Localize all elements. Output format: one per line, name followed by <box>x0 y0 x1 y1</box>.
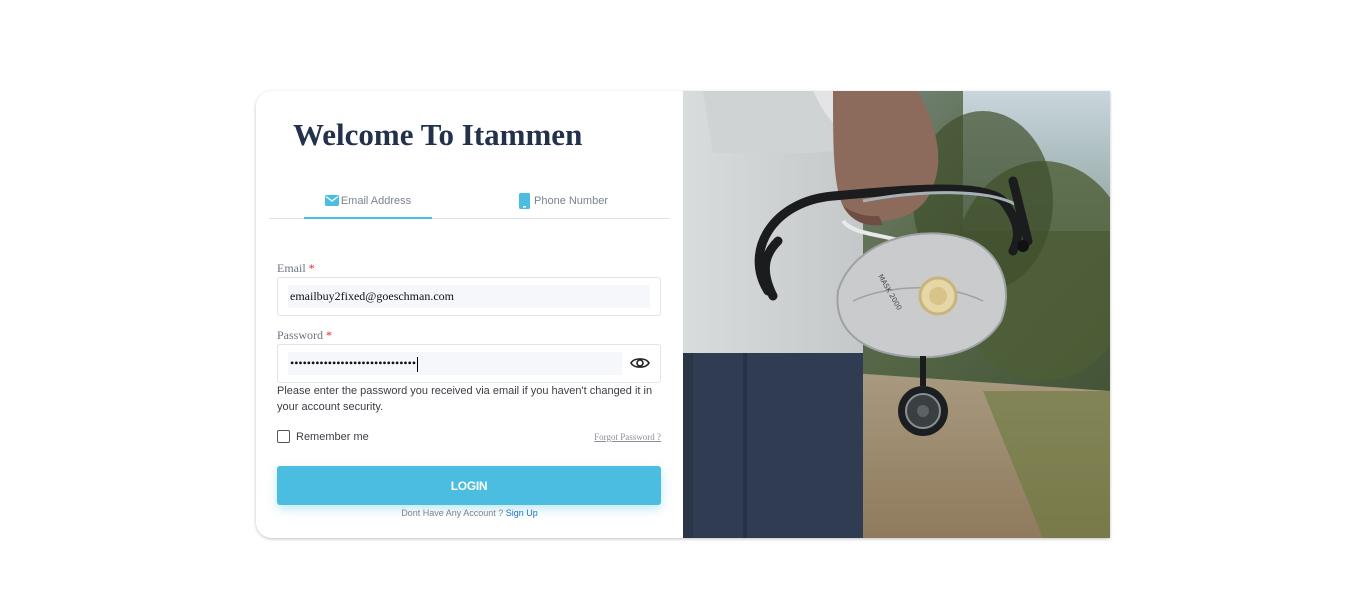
doctor-holding-mask-and-stethoscope-image: MASK 2000 <box>683 91 1110 538</box>
login-method-tabs: Email Address Phone Number <box>269 184 669 219</box>
tab-phone-label: Phone Number <box>534 195 608 207</box>
remember-me[interactable]: Remember me <box>277 430 369 443</box>
password-field[interactable]: •••••••••••••••••••••••••••••• <box>277 344 661 383</box>
text-caret <box>417 356 419 372</box>
password-label: Password * <box>277 328 332 343</box>
email-field[interactable]: emailbuy2fixed@goeschman.com <box>277 277 661 316</box>
forgot-password-link[interactable]: Forgot Password ? <box>594 432 661 442</box>
login-form-pane: Welcome To Itammen Email Address Phone N… <box>256 91 683 538</box>
tab-email-label: Email Address <box>340 194 412 207</box>
password-label-text: Password <box>277 328 324 342</box>
hero-photo: MASK 2000 <box>683 91 1110 538</box>
page-title: Welcome To Itammen <box>293 117 583 152</box>
tab-phone-number[interactable]: Phone Number <box>519 184 619 218</box>
sign-up-link[interactable]: Sign Up <box>506 508 538 518</box>
password-input[interactable]: •••••••••••••••••••••••••••••• <box>288 352 622 375</box>
email-input[interactable]: emailbuy2fixed@goeschman.com <box>288 285 650 308</box>
password-help-text: Please enter the password you received v… <box>277 385 653 413</box>
signup-prompt: Dont Have Any Account ? Sign Up <box>256 508 683 518</box>
phone-icon <box>519 193 530 209</box>
eye-icon[interactable] <box>630 354 650 377</box>
required-mark: * <box>308 261 315 275</box>
login-button[interactable]: LOGIN <box>277 466 661 505</box>
email-label-text: Email <box>277 261 306 275</box>
envelope-icon <box>324 195 339 206</box>
email-label: Email * <box>277 261 315 276</box>
password-value: •••••••••••••••••••••••••••••• <box>290 356 417 370</box>
no-account-text: Dont Have Any Account ? <box>401 508 504 518</box>
login-card: Welcome To Itammen Email Address Phone N… <box>256 91 1110 538</box>
remember-me-label: Remember me <box>296 430 369 443</box>
tab-email-address[interactable]: Email Address <box>304 184 432 219</box>
remember-me-checkbox[interactable] <box>277 430 290 443</box>
required-mark: * <box>326 328 333 342</box>
